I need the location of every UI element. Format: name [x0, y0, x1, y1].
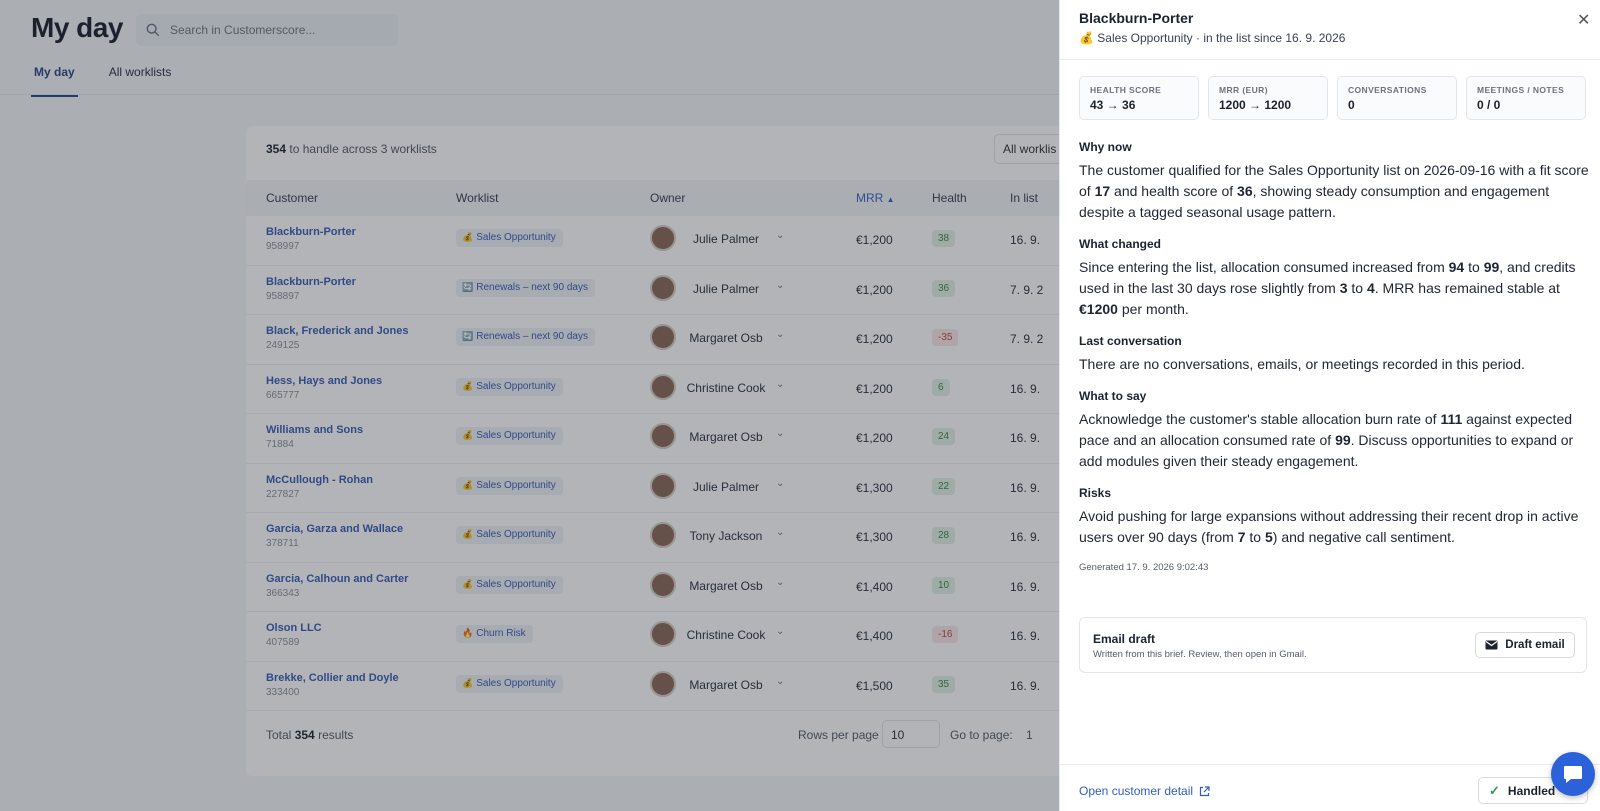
metric-value: 0 [1348, 98, 1355, 112]
chat-bubble-icon [1564, 766, 1582, 783]
metric-value: 0 / 0 [1477, 98, 1501, 112]
check-icon: ✓ [1489, 782, 1500, 798]
metric-cards: HEALTH SCORE 43 → 36 MRR (EUR) 1200 → 1200… [1079, 76, 1587, 120]
risks-heading: Risks [1079, 486, 1112, 500]
metric-value: 1200 → 1200 [1219, 98, 1292, 112]
email-draft-subtitle: Written from this brief. Review, then op… [1093, 649, 1307, 660]
metric-label: HEALTH SCORE [1090, 85, 1162, 95]
drawer-title: Blackburn-Porter [1079, 10, 1194, 26]
last-conversation-heading: Last conversation [1079, 334, 1182, 348]
metric-conversations: CONVERSATIONS 0 [1337, 76, 1457, 120]
draft-email-label: Draft email [1505, 639, 1565, 651]
open-customer-detail-link[interactable]: Open customer detail [1079, 784, 1210, 798]
close-icon[interactable]: ✕ [1577, 10, 1590, 30]
email-draft-card: Email draft Written from this brief. Rev… [1079, 617, 1587, 673]
drawer-subtitle: 💰 Sales Opportunity · in the list since … [1079, 31, 1345, 45]
drawer-subtitle-text: Sales Opportunity · in the list since 16… [1097, 31, 1346, 45]
what-to-say-text: Acknowledge the customer's stable alloca… [1079, 411, 1574, 469]
metric-meetings-notes: MEETINGS / NOTES 0 / 0 [1466, 76, 1586, 120]
last-conversation-text: There are no conversations, emails, or m… [1079, 356, 1525, 372]
envelope-icon [1485, 640, 1498, 650]
metric-label: MRR (EUR) [1219, 85, 1268, 95]
metric-health-score: HEALTH SCORE 43 → 36 [1079, 76, 1199, 120]
generated-timestamp: Generated 17. 9. 2026 9:02:43 [1079, 562, 1209, 573]
metric-label: CONVERSATIONS [1348, 85, 1427, 95]
draft-email-button[interactable]: Draft email [1475, 632, 1575, 658]
why-now-text: The customer qualified for the Sales Opp… [1079, 162, 1589, 220]
open-customer-detail-label: Open customer detail [1079, 784, 1194, 798]
handled-label: Handled [1507, 783, 1556, 798]
money-bag-icon: 💰 [1079, 31, 1094, 45]
drawer-footer-divider [1060, 764, 1600, 765]
customer-brief-drawer: Blackburn-Porter 💰 Sales Opportunity · i… [1059, 0, 1600, 811]
metric-value: 43 → 36 [1090, 98, 1136, 112]
what-to-say-heading: What to say [1079, 389, 1147, 403]
what-changed-text: Since entering the list, allocation cons… [1079, 259, 1576, 317]
what-changed-heading: What changed [1079, 237, 1162, 251]
brief-content: Why now The customer qualified for the S… [1079, 140, 1589, 573]
risks-text: Avoid pushing for large expansions witho… [1079, 508, 1579, 545]
email-draft-title: Email draft [1093, 632, 1156, 646]
why-now-heading: Why now [1079, 140, 1132, 154]
metric-mrr: MRR (EUR) 1200 → 1200 [1208, 76, 1328, 120]
chat-launcher-button[interactable] [1551, 752, 1595, 796]
external-link-icon [1199, 785, 1210, 796]
drawer-header-divider [1060, 59, 1600, 60]
metric-label: MEETINGS / NOTES [1477, 85, 1565, 95]
